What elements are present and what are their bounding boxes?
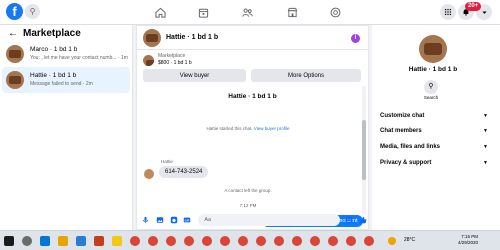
message-composer: GIF Aa <box>137 211 368 229</box>
scrollbar[interactable] <box>362 86 366 214</box>
conversation-preview: You: , let me have your contact numb... … <box>30 55 128 61</box>
microphone-icon[interactable] <box>141 215 151 225</box>
windows-start-icon[interactable] <box>4 236 14 246</box>
search-icon[interactable] <box>22 236 32 246</box>
scrollbar-thumb[interactable] <box>362 120 366 180</box>
chat-started-notice: Hattie started this chat. View buyer pro… <box>137 126 359 131</box>
marketplace-label: Marketplace <box>158 53 186 59</box>
facebook-logo[interactable]: f <box>6 3 23 20</box>
notification-count-badge: 20+ <box>465 2 482 11</box>
conversation-list-panel: ← Marketplace Marco · 1 bd 1 b You: , le… <box>0 25 133 230</box>
photo-icon[interactable] <box>155 215 165 225</box>
listing-thumbnail <box>6 71 24 89</box>
message-timestamp: 7:12 PM <box>239 203 257 208</box>
section-label: Media, files and links <box>380 144 441 150</box>
chrome-icon[interactable] <box>364 236 374 246</box>
details-title: Hattie · 1 bd 1 b <box>408 66 458 73</box>
section-label: Privacy & support <box>380 160 432 166</box>
marketplace-icon[interactable] <box>285 5 299 19</box>
system-clock[interactable]: 7:15 PM 4/29/2020 <box>458 234 478 246</box>
weather-temperature[interactable]: 28°C <box>404 237 415 243</box>
chevron-down-icon: ▼ <box>483 160 488 166</box>
emoji-icon[interactable] <box>344 215 354 225</box>
calendar-icon[interactable] <box>196 5 210 19</box>
home-icon[interactable] <box>153 5 167 19</box>
listing-thumbnail <box>6 45 24 63</box>
chevron-down-icon: ▼ <box>483 144 488 150</box>
app-icon[interactable] <box>76 236 86 246</box>
conversation-item-marco[interactable]: Marco · 1 bd 1 b You: , let me have your… <box>2 41 130 67</box>
chat-header: Hattie · 1 bd 1 b i <box>137 26 368 50</box>
windows-taskbar: 28°C 7:15 PM 4/29/2020 <box>0 230 500 250</box>
privacy-support-section[interactable]: Privacy & support ▼ <box>380 160 488 166</box>
conversation-item-hattie[interactable]: Hattie · 1 bd 1 b Message failed to send… <box>2 67 130 93</box>
chrome-icon[interactable] <box>238 236 248 246</box>
thread-title: Hattie · 1 bd 1 b <box>228 93 277 100</box>
chrome-icon[interactable] <box>166 236 176 246</box>
page-title: Marketplace <box>23 28 81 39</box>
gif-icon[interactable]: GIF <box>183 215 193 225</box>
chat-title[interactable]: Hattie · 1 bd 1 b <box>166 34 218 41</box>
chrome-icon[interactable] <box>292 236 302 246</box>
chrome-icon[interactable] <box>346 236 356 246</box>
search-icon[interactable]: ⚲ <box>25 4 40 19</box>
chat-members-section[interactable]: Chat members ▼ <box>380 128 488 134</box>
weather-icon[interactable] <box>388 237 396 245</box>
chrome-icon[interactable] <box>274 236 284 246</box>
chat-details-panel: Hattie · 1 bd 1 b ⚲ Search Customize cha… <box>372 25 500 230</box>
search-in-conversation-icon[interactable]: ⚲ <box>424 80 438 94</box>
like-thumb-icon[interactable] <box>358 215 368 225</box>
clock-date: 4/29/2020 <box>458 240 479 245</box>
conversation-name: Marco · 1 bd 1 b <box>30 46 78 53</box>
chat-info-icon[interactable]: i <box>351 34 360 43</box>
chrome-icon[interactable] <box>328 236 338 246</box>
contact-left-notice: A contact left the group. <box>224 188 272 193</box>
chat-window: Hattie · 1 bd 1 b i Marketplace $800 · 1… <box>136 25 369 230</box>
section-label: Customize chat <box>380 113 425 119</box>
view-buyer-button[interactable]: View buyer <box>143 69 246 82</box>
avatar[interactable] <box>144 169 154 179</box>
chrome-icon[interactable] <box>310 236 320 246</box>
search-label: Search <box>423 95 439 100</box>
chrome-icon[interactable] <box>202 236 212 246</box>
chrome-icon[interactable] <box>130 236 140 246</box>
edge-icon[interactable] <box>40 236 50 246</box>
gaming-icon[interactable] <box>328 5 342 19</box>
message-thread: Hattie · 1 bd 1 b Hattie started this ch… <box>137 86 368 231</box>
app-icon[interactable] <box>94 236 104 246</box>
back-arrow-icon[interactable]: ← <box>8 28 18 39</box>
chevron-down-icon: ▼ <box>483 128 488 134</box>
listing-thumbnail-small <box>143 54 154 66</box>
incoming-message: 614-743-2524 <box>159 166 209 178</box>
listing-info: Marketplace $800 · 1 bd 1 b <box>143 53 192 67</box>
media-files-links-section[interactable]: Media, files and links ▼ <box>380 144 488 150</box>
chrome-icon[interactable] <box>256 236 266 246</box>
listing-price: $800 · 1 bd 1 b <box>158 60 192 66</box>
panel-header: ← Marketplace <box>8 28 81 39</box>
listing-thumbnail[interactable] <box>143 28 161 47</box>
top-navigation-bar: f ⚲ 20+ <box>0 0 500 25</box>
chrome-icon[interactable] <box>220 236 230 246</box>
view-buyer-profile-link[interactable]: View buyer profile <box>254 126 290 131</box>
menu-grid-icon[interactable] <box>440 4 456 20</box>
app-icon[interactable] <box>112 236 122 246</box>
customize-chat-section[interactable]: Customize chat ▼ <box>380 113 488 119</box>
message-sender-name: Hattie <box>161 159 173 164</box>
chrome-icon[interactable] <box>184 236 194 246</box>
friends-icon[interactable] <box>240 5 254 19</box>
listing-photo[interactable] <box>419 35 447 63</box>
chrome-icon[interactable] <box>148 236 158 246</box>
conversation-name: Hattie · 1 bd 1 b <box>30 72 77 79</box>
conversation-preview: Message failed to send · 2m <box>30 81 93 87</box>
chat-started-text: Hattie started this chat. <box>206 126 253 131</box>
more-options-button[interactable]: More Options <box>251 69 361 82</box>
sticker-icon[interactable] <box>169 215 179 225</box>
chevron-down-icon: ▼ <box>483 113 488 119</box>
svg-text:GIF: GIF <box>185 218 190 222</box>
message-input[interactable]: Aa <box>198 214 341 226</box>
file-explorer-icon[interactable] <box>58 236 68 246</box>
section-label: Chat members <box>380 128 422 134</box>
